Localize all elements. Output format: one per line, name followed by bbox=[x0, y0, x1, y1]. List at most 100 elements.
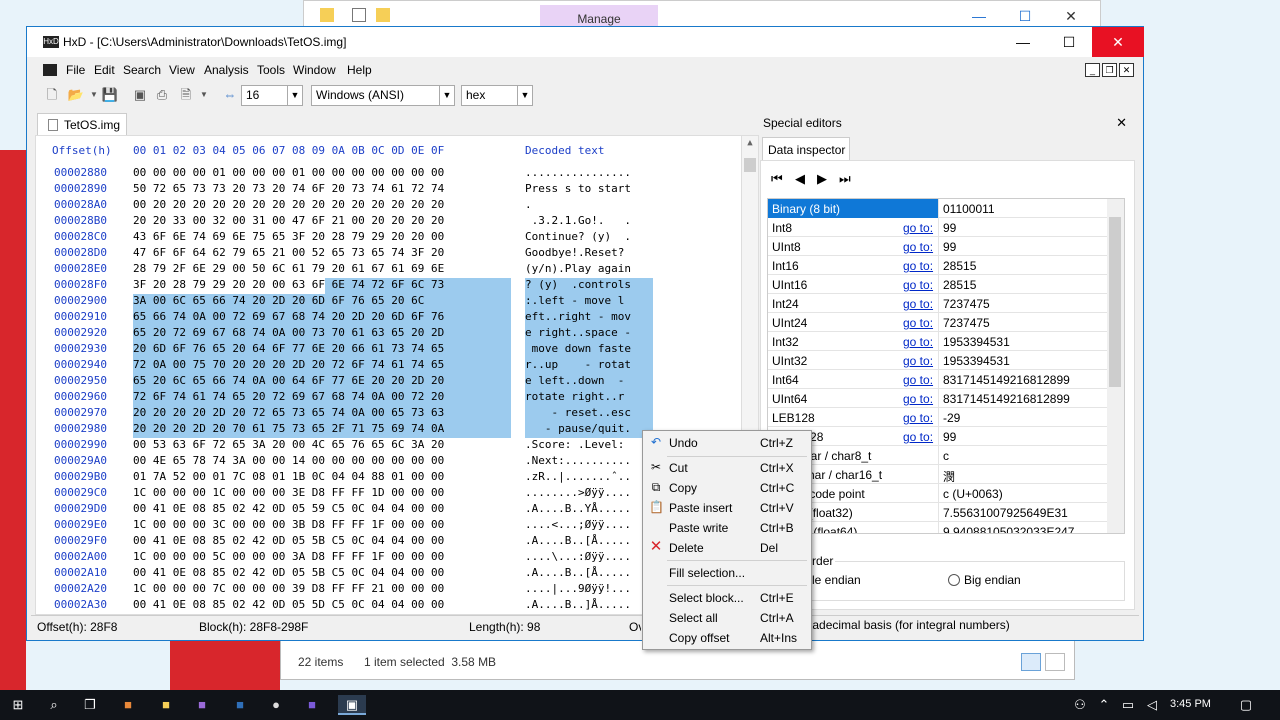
tab-data-inspector[interactable]: Data inspector bbox=[762, 137, 850, 161]
menu-window[interactable]: Window bbox=[293, 63, 336, 77]
inspector-row[interactable]: UInt64 go to: 8317145149216812899 bbox=[768, 389, 1108, 408]
inspector-row[interactable]: AnsiChar / char8_t c bbox=[768, 446, 1108, 465]
type-value[interactable]: 99 bbox=[943, 221, 956, 235]
row-hex-bytes[interactable]: 72 6F 74 61 74 65 20 72 69 67 68 74 0A 0… bbox=[133, 390, 444, 403]
type-value[interactable]: 7237475 bbox=[943, 297, 990, 311]
menu-item-paste-write[interactable]: Paste write Ctrl+B bbox=[643, 518, 811, 538]
hex-row[interactable]: 000028F0 3F 20 28 79 29 20 20 00 63 6F 6E… bbox=[36, 278, 746, 294]
row-hex-bytes[interactable]: 65 20 72 69 67 68 74 0A 00 73 70 61 63 6… bbox=[133, 326, 444, 339]
powershell-icon[interactable]: ■ bbox=[230, 695, 250, 715]
scroll-thumb[interactable] bbox=[744, 158, 756, 172]
type-value[interactable]: 99 bbox=[943, 240, 956, 254]
goto-link[interactable]: go to: bbox=[903, 278, 933, 292]
tab-tetos[interactable]: TetOS.img bbox=[37, 113, 127, 135]
clock[interactable]: 3:45 PM bbox=[1170, 698, 1211, 710]
type-value[interactable]: 28515 bbox=[943, 259, 976, 273]
export-dropdown-icon[interactable]: ▼ bbox=[195, 86, 213, 104]
menu-search[interactable]: Search bbox=[123, 63, 161, 77]
type-value[interactable]: 1953394531 bbox=[943, 335, 1010, 349]
row-hex-bytes[interactable]: 00 53 63 6F 72 65 3A 20 00 4C 65 76 65 6… bbox=[133, 438, 444, 451]
hex-row[interactable]: 00002910 65 66 74 0A 00 72 69 67 68 74 20… bbox=[36, 310, 746, 326]
network-icon[interactable]: ▭ bbox=[1118, 695, 1138, 715]
hex-row[interactable]: 00002950 65 20 6C 65 66 74 0A 00 64 6F 77… bbox=[36, 374, 746, 390]
hex-row[interactable]: 000029C0 1C 00 00 00 1C 00 00 00 3E D8 FF… bbox=[36, 486, 746, 502]
goto-link[interactable]: go to: bbox=[903, 335, 933, 349]
row-hex-bytes[interactable]: 47 6F 6F 64 62 79 65 21 00 52 65 73 65 7… bbox=[133, 246, 444, 259]
export-icon[interactable]: 🗎 bbox=[177, 86, 195, 104]
type-value[interactable]: 7.55631007925649E31 bbox=[943, 506, 1068, 520]
inspector-row[interactable]: Int64 go to: 8317145149216812899 bbox=[768, 370, 1108, 389]
row-decoded-text[interactable]: .A....B..[Å..... bbox=[525, 534, 631, 547]
bg-maximize-button[interactable]: ☐ bbox=[1002, 5, 1048, 27]
row-decoded-text[interactable]: .A....B..YÅ..... bbox=[525, 502, 631, 515]
hex-row[interactable]: 00002A10 00 41 0E 08 85 02 42 0D 05 5B C5… bbox=[36, 566, 746, 582]
browser-icon[interactable]: ● bbox=[266, 695, 286, 715]
row-decoded-text[interactable]: Press s to start bbox=[525, 182, 631, 195]
mdi-close-button[interactable]: ✕ bbox=[1119, 63, 1134, 77]
inspector-row[interactable]: Binary (8 bit) 01100011 bbox=[768, 199, 1108, 218]
goto-link[interactable]: go to: bbox=[903, 316, 933, 330]
hex-row[interactable]: 00002940 72 0A 00 75 70 20 20 20 2D 20 72… bbox=[36, 358, 746, 374]
row-decoded-text[interactable]: .A....B..]Å..... bbox=[525, 598, 631, 611]
inspector-row[interactable]: Int32 go to: 1953394531 bbox=[768, 332, 1108, 351]
row-decoded-text[interactable]: eft..right - mov bbox=[525, 310, 631, 323]
row-decoded-text[interactable]: . bbox=[525, 198, 532, 211]
inspector-row[interactable]: LEB128 go to: -29 bbox=[768, 408, 1108, 427]
row-hex-bytes[interactable]: 1C 00 00 00 1C 00 00 00 3E D8 FF FF 1D 0… bbox=[133, 486, 444, 499]
type-value[interactable]: c (U+0063) bbox=[943, 487, 1003, 501]
row-hex-bytes[interactable]: 50 72 65 73 73 20 73 20 74 6F 20 73 74 6… bbox=[133, 182, 444, 195]
close-button[interactable]: ✕ bbox=[1092, 27, 1144, 57]
inspector-row[interactable]: UInt8 go to: 99 bbox=[768, 237, 1108, 256]
first-icon[interactable]: ⏮ bbox=[771, 171, 783, 187]
app-icon-1[interactable]: ■ bbox=[118, 695, 138, 715]
inspector-row[interactable]: ULEB128go to:99 bbox=[768, 427, 1108, 446]
type-value[interactable]: 潣 bbox=[943, 468, 955, 485]
hex-row[interactable]: 00002A00 1C 00 00 00 5C 00 00 00 3A D8 FF… bbox=[36, 550, 746, 566]
goto-link[interactable]: go to: bbox=[903, 240, 933, 254]
hex-row[interactable]: 00002920 65 20 72 69 67 68 74 0A 00 73 70… bbox=[36, 326, 746, 342]
row-hex-bytes[interactable]: 65 20 6C 65 66 74 0A 00 64 6F 77 6E 20 2… bbox=[133, 374, 444, 387]
menu-item-fill-selection[interactable]: Fill selection... bbox=[643, 563, 811, 583]
app-icon-2[interactable]: ■ bbox=[302, 695, 322, 715]
row-decoded-text[interactable]: ........>Øÿÿ.... bbox=[525, 486, 631, 499]
row-decoded-text[interactable]: rotate right..r bbox=[525, 390, 631, 403]
scroll-up-icon[interactable]: ▲ bbox=[742, 138, 758, 148]
bg-minimize-button[interactable]: — bbox=[956, 5, 1002, 27]
menu-item-cut[interactable]: ✂ Cut Ctrl+X bbox=[643, 458, 811, 478]
hex-row[interactable]: 000028E0 28 79 2F 6E 29 00 50 6C 61 79 20… bbox=[36, 262, 746, 278]
task-view-icon[interactable]: ❐ bbox=[80, 695, 100, 715]
type-value[interactable]: 01100011 bbox=[943, 202, 995, 216]
row-hex-bytes[interactable]: 20 20 20 20 2D 20 72 65 73 65 74 0A 00 6… bbox=[133, 406, 444, 419]
menu-item-copy-offset[interactable]: Copy offset Alt+Ins bbox=[643, 628, 811, 648]
type-value[interactable]: 7237475 bbox=[943, 316, 990, 330]
row-hex-bytes[interactable]: 00 41 0E 08 85 02 42 0D 05 5B C5 0C 04 0… bbox=[133, 566, 444, 579]
menu-icon[interactable] bbox=[43, 64, 57, 76]
previous-icon[interactable]: ◀ bbox=[795, 171, 805, 187]
row-hex-bytes[interactable]: 00 00 00 00 01 00 00 00 01 00 00 00 00 0… bbox=[133, 166, 444, 179]
inspector-row[interactable]: Single (float32) 7.55631007925649E31 bbox=[768, 503, 1108, 522]
hex-row[interactable]: 00002980 20 20 20 2D 20 70 61 75 73 65 2F… bbox=[36, 422, 746, 438]
hex-row[interactable]: 00002880 00 00 00 00 01 00 00 00 01 00 00… bbox=[36, 166, 746, 182]
row-decoded-text[interactable]: e right..space - bbox=[525, 326, 631, 339]
close-file-icon[interactable]: ▣ bbox=[131, 86, 149, 104]
row-hex-bytes[interactable]: 20 6D 6F 76 65 20 64 6F 77 6E 20 66 61 7… bbox=[133, 342, 444, 355]
hex-row[interactable]: 000029D0 00 41 0E 08 85 02 42 0D 05 59 C5… bbox=[36, 502, 746, 518]
hex-row[interactable]: 00002930 20 6D 6F 76 65 20 64 6F 77 6E 20… bbox=[36, 342, 746, 358]
print-icon[interactable]: ⎙ bbox=[153, 86, 171, 104]
save-icon[interactable]: 💾 bbox=[101, 86, 119, 104]
row-hex-bytes[interactable]: 65 66 74 0A 00 72 69 67 68 74 20 2D 20 6… bbox=[133, 310, 444, 323]
new-file-icon[interactable]: 🗋 bbox=[43, 86, 61, 104]
type-value[interactable]: 9.94088105032033E247 bbox=[943, 525, 1074, 533]
title-bar[interactable]: HxD HxD - [C:\Users\Administrator\Downlo… bbox=[27, 27, 1144, 57]
menu-help[interactable]: Help bbox=[347, 63, 372, 77]
hex-row[interactable]: 000028B0 20 20 33 00 32 00 31 00 47 6F 21… bbox=[36, 214, 746, 230]
row-hex-bytes[interactable]: 43 6F 6E 74 69 6E 75 65 3F 20 28 79 29 2… bbox=[133, 230, 444, 243]
row-decoded-text[interactable]: ....\...:Øÿÿ.... bbox=[525, 550, 631, 563]
close-icon[interactable]: ✕ bbox=[1116, 115, 1127, 131]
row-decoded-text[interactable]: .3.2.1.Go!. . bbox=[525, 214, 631, 227]
menu-tools[interactable]: Tools bbox=[257, 63, 285, 77]
hex-row[interactable]: 00002890 50 72 65 73 73 20 73 20 74 6F 20… bbox=[36, 182, 746, 198]
row-decoded-text[interactable]: move down faste bbox=[525, 342, 631, 355]
row-hex-bytes[interactable]: 1C 00 00 00 3C 00 00 00 3B D8 FF FF 1F 0… bbox=[133, 518, 444, 531]
menu-item-paste-insert[interactable]: 📋 Paste insert Ctrl+V bbox=[643, 498, 811, 518]
